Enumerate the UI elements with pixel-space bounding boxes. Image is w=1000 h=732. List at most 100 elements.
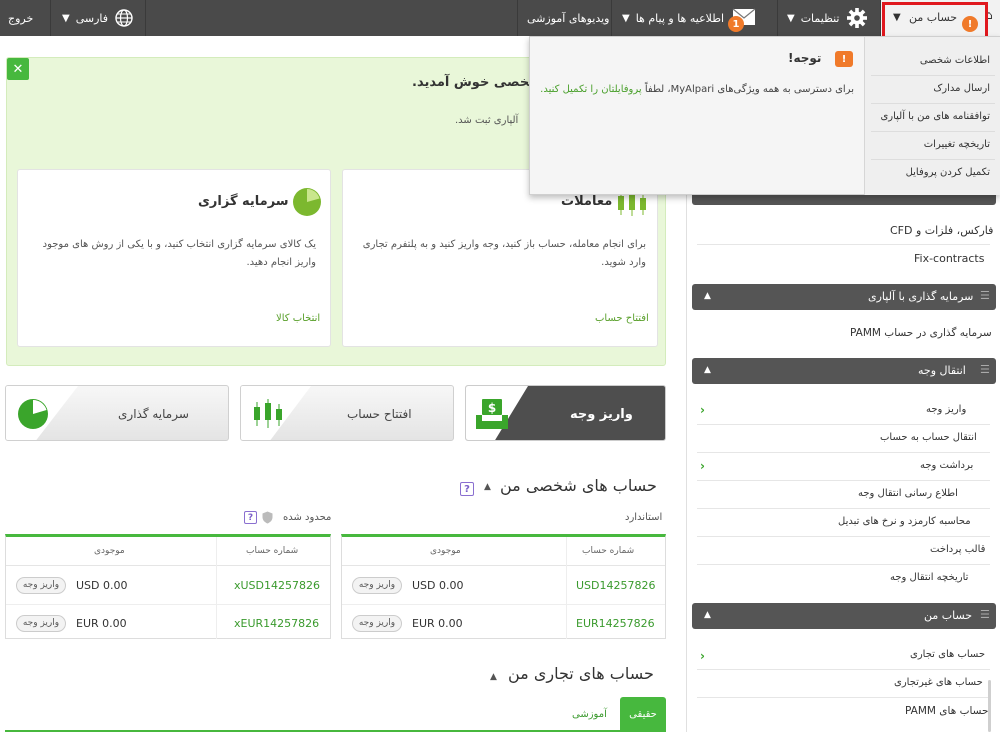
sidebar-item-internal-transfer[interactable]: انتقال حساب به حساب [880,432,977,443]
sidebar-header-transfer[interactable]: ▲ انتقال وجه ☰ [692,358,996,384]
caret-down-icon: ▼ [787,12,795,24]
investment-card-text: یک کالای سرمایه گزاری انتخاب کنید، و با … [42,239,316,268]
settings-menu[interactable]: ▼ تنظیمات [787,0,868,36]
language-selector[interactable]: ▼ فارسی [62,0,134,36]
personal-accounts-title: حساب های شخصی من [500,476,657,495]
limited-group-label: محدود شده [283,512,332,523]
sidebar-header-transfer-label: انتقال وجه [918,364,966,377]
deposit-button[interactable]: واریز وجه [16,614,66,632]
my-account-submenu: اطلاعات شخصی ارسال مدارک توافقنامه های م… [864,37,1000,195]
open-account-action-label: افتتاح حساب [347,407,412,421]
account-number[interactable]: xEUR14257826 [234,617,319,630]
invest-action-label: سرمایه گذاری [118,407,189,421]
deposit-button[interactable]: واریز وجه [16,576,66,594]
warning-badge: ! [835,51,853,67]
trading-card: معاملات برای انجام معامله، حساب باز کنید… [342,169,658,347]
collapse-caret-icon[interactable]: ▲ [490,672,497,682]
tab-demo[interactable]: آموزشی [572,709,607,720]
account-balance: EUR 0.00 [76,616,127,630]
column-header-balance: موجودی [94,546,125,556]
column-header-account: شماره حساب [246,546,299,556]
trading-card-title: معاملات [561,194,613,209]
standard-group-label: استاندارد [625,512,663,523]
divider [50,0,51,36]
column-header-balance: موجودی [430,546,461,556]
language-label: فارسی [75,11,109,25]
welcome-subtitle: آلپاری ثبت شد. [455,115,519,126]
news-badge: 1 [728,16,745,32]
sidebar-item-transfer-history[interactable]: تاریخچه انتقال وجه [890,572,968,583]
sidebar-item-forex[interactable]: فارکس، فلزات و CFD [890,224,993,237]
svg-text:$: $ [488,401,496,415]
investment-card: سرمایه گزاری یک کالای سرمایه گزاری انتخا… [17,169,331,347]
videos-link[interactable]: ویدیوهای آموزشی [527,0,609,36]
drag-handle-icon[interactable]: ☰ [980,289,990,302]
trading-accounts-title: حساب های تجاری من [508,664,654,683]
help-icon[interactable]: ? [244,511,257,524]
deposit-button[interactable]: واریز وجه [352,614,402,632]
close-welcome-button[interactable]: ✕ [7,58,29,80]
sidebar-item-fix-contracts[interactable]: Fix-contracts [914,252,984,265]
sidebar-header-my-account-label: حساب من [924,609,973,622]
account-balance: USD 0.00 [76,578,128,592]
sidebar-item-transfer-notice[interactable]: اطلاع رسانی انتقال وجه [858,488,958,499]
divider [777,0,778,36]
notice-panel: ! توجه! برای دسترسی به همه ویژگی‌های MyA… [530,37,864,195]
chevron-right-icon: › [700,459,705,473]
sidebar-item-pamm-accounts[interactable]: حساب های PAMM [905,705,989,717]
top-bar: خروج ▼ فارسی ویدیوهای آموزشی ▼ اطلاعیه ه… [0,0,1000,36]
sidebar-item-trading-accounts[interactable]: حساب های تجاری [910,649,985,660]
deposit-button[interactable]: واریز وجه [352,576,402,594]
logout-link[interactable]: خروج [8,0,33,36]
sidebar-item-pamm-invest[interactable]: سرمایه گذاری در حساب PAMM [850,327,992,339]
sidebar-item-payment-template[interactable]: قالب پرداخت [930,544,985,555]
shield-icon [262,511,273,524]
news-menu[interactable]: ▼ اطلاعیه ها و پیام ها 1 [622,0,756,36]
account-number[interactable]: USD14257826 [576,579,656,592]
sidebar-item-withdraw[interactable]: برداشت وجه [920,460,973,471]
collapse-caret-icon[interactable]: ▲ [484,482,491,492]
chevron-right-icon: › [700,403,705,417]
scrollbar-thumb[interactable] [988,680,991,732]
tab-real[interactable]: حقیقی [620,697,666,732]
deposit-action-button[interactable]: $ واریز وجه [465,385,666,441]
videos-label: ویدیوهای آموزشی [527,11,610,25]
menu-item-upload-documents[interactable]: ارسال مدارک [933,83,990,94]
chevron-right-icon: › [700,649,705,663]
invest-action-button[interactable]: سرمایه گذاری [5,385,229,441]
sidebar-item-deposit[interactable]: واریز وجه [926,404,966,415]
menu-item-agreements[interactable]: توافقنامه های من با آلپاری [880,111,990,122]
investment-card-title: سرمایه گزاری [198,194,289,209]
sidebar-item-non-trading-accounts[interactable]: حساب های غیرتجاری [894,677,983,688]
menu-item-personal-info[interactable]: اطلاعات شخصی [920,55,990,66]
choose-product-link[interactable]: انتخاب کالا [276,313,320,324]
account-number[interactable]: xUSD14257826 [234,579,320,592]
candlestick-icon [254,399,282,428]
drag-handle-icon[interactable]: ☰ [980,363,990,376]
sidebar-header-my-account[interactable]: ▲ حساب من ☰ [692,603,996,629]
open-account-action-button[interactable]: افتتاح حساب [240,385,454,441]
account-balance: EUR 0.00 [412,616,463,630]
account-number[interactable]: EUR14257826 [576,617,655,630]
help-icon[interactable]: ? [460,482,474,496]
divider [145,0,146,36]
notice-text: برای دسترسی به همه ویژگی‌های MyAlpari، ل… [540,82,854,98]
divider [517,0,518,36]
account-balance: USD 0.00 [412,578,464,592]
deposit-action-label: واریز وجه [570,406,633,422]
caret-down-icon: ▼ [622,12,630,24]
pie-chart-icon [18,399,48,429]
caret-down-icon: ▼ [62,12,70,24]
menu-item-complete-profile[interactable]: تکمیل کردن پروفایل [906,167,990,178]
sidebar-item-fee-calculator[interactable]: محاسبه کارمزد و نرخ های تبدیل [838,516,971,527]
standard-accounts-table: شماره حساب موجودی USD14257826 USD 0.00 و… [341,534,666,639]
complete-profile-link[interactable]: پروفایلتان را تکمیل کنید. [540,84,642,95]
money-tray-icon: $ [476,399,508,429]
column-header-account: شماره حساب [582,546,635,556]
sidebar-header-invest[interactable]: ▲ سرمایه گذاری با آلپاری ☰ [692,284,996,310]
collapse-caret-icon: ▲ [704,610,711,620]
menu-item-change-history[interactable]: تاریخچه تغییرات [924,139,990,150]
drag-handle-icon[interactable]: ☰ [980,608,990,621]
globe-icon [115,9,133,27]
open-account-link[interactable]: افتتاح حساب [595,313,649,324]
